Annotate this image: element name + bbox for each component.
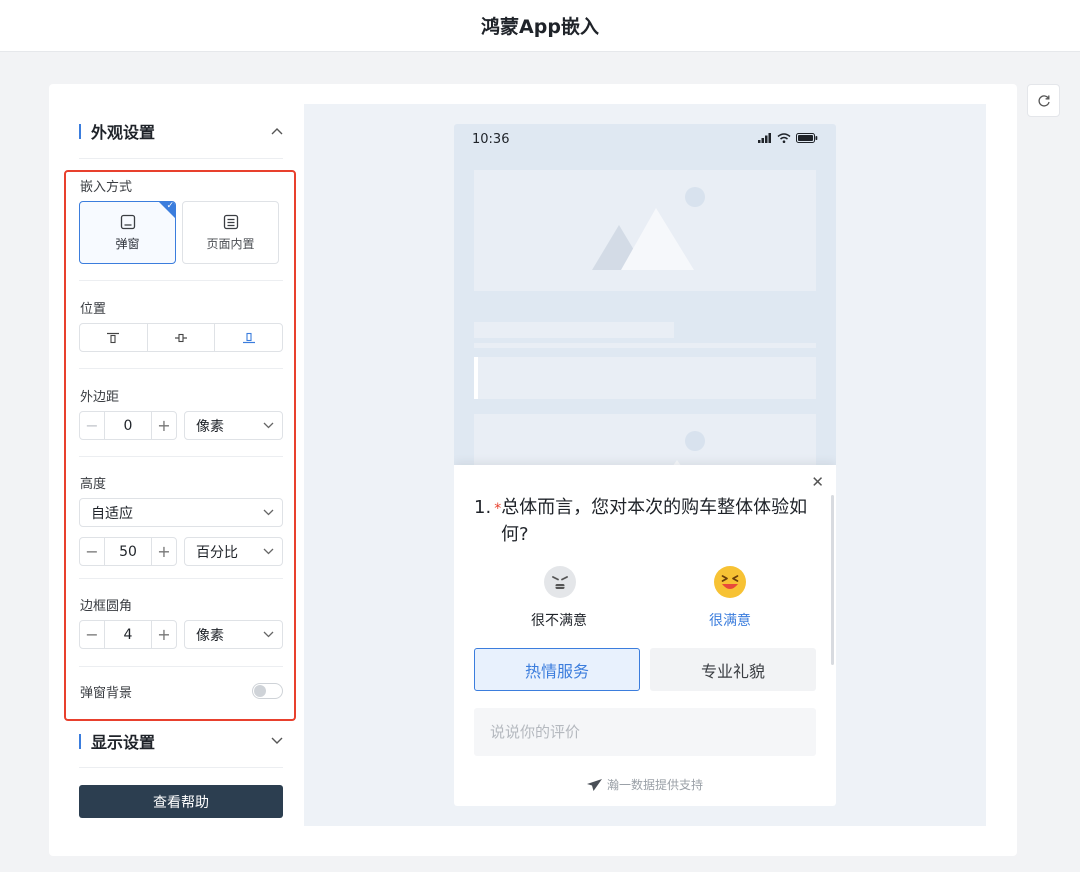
status-icons (758, 133, 818, 143)
tag-warm-service[interactable]: 热情服务 (474, 648, 640, 691)
height-decrement-button[interactable]: − (80, 538, 104, 565)
radius-increment-button[interactable]: + (152, 621, 176, 648)
question-line2: 何? (501, 524, 529, 545)
popup-background-label: 弹窗背景 (80, 686, 133, 701)
appearance-section-title: 外观设置 (91, 123, 156, 142)
chevron-down-icon (263, 422, 274, 429)
radius-decrement-button[interactable]: − (80, 621, 104, 648)
powered-by: 瀚一数据提供支持 (454, 776, 836, 793)
margin-unit-select[interactable]: 像素 (184, 411, 283, 440)
embed-mode-label: 嵌入方式 (80, 180, 133, 195)
divider (79, 456, 283, 457)
popup-icon (120, 214, 135, 229)
margin-unit-value: 像素 (196, 418, 224, 435)
battery-icon (796, 133, 818, 143)
unsatisfied-face-icon[interactable] (544, 566, 576, 598)
align-middle-icon (175, 333, 187, 342)
height-mode-value: 自适应 (91, 505, 133, 522)
position-middle-button[interactable] (146, 324, 215, 351)
divider (79, 578, 283, 579)
section-marker (79, 123, 81, 139)
powered-by-text: 瀚一数据提供支持 (606, 778, 703, 792)
question-text: 1. *总体而言，您对本次的购车整体体验如 何? (474, 495, 819, 548)
display-section-header[interactable]: 显示设置 (79, 726, 283, 756)
comment-input[interactable] (474, 708, 816, 756)
question-number: 1. (474, 497, 492, 518)
chevron-down-icon (271, 737, 283, 744)
align-top-icon (107, 332, 120, 343)
radius-value[interactable]: 4 (104, 621, 152, 648)
position-label: 位置 (80, 302, 107, 317)
page-title: 鸿蒙App嵌入 (481, 16, 599, 38)
position-segmented-control (79, 323, 283, 352)
refresh-icon (1037, 94, 1050, 107)
divider (79, 280, 283, 281)
margin-stepper: − 0 + (79, 411, 177, 440)
satisfied-label[interactable]: 很满意 (709, 610, 751, 630)
divider (79, 158, 283, 159)
unsatisfied-label[interactable]: 很不满意 (531, 610, 587, 630)
divider (79, 666, 283, 667)
display-section-title: 显示设置 (91, 733, 156, 752)
align-bottom-icon (242, 332, 255, 343)
chevron-up-icon (271, 128, 283, 135)
preview-area: 10:36 ✕ 1. *总体而言，您对本次的购车整体体验如 何? 很不满意 很满… (304, 104, 986, 826)
chevron-down-icon (263, 631, 274, 638)
image-placeholder-icon (592, 187, 705, 270)
status-time: 10:36 (472, 132, 510, 147)
phone-mockup: 10:36 ✕ 1. *总体而言，您对本次的购车整体体验如 何? 很不满意 很满… (454, 124, 836, 806)
brand-logo-icon (586, 778, 602, 791)
chevron-down-icon (263, 509, 274, 516)
help-button[interactable]: 查看帮助 (79, 785, 283, 818)
text-placeholder (474, 322, 674, 338)
radius-label: 边框圆角 (80, 599, 133, 614)
appearance-section-header[interactable]: 外观设置 (79, 116, 283, 146)
height-mode-select[interactable]: 自适应 (79, 498, 283, 527)
content-placeholder (474, 357, 816, 399)
toggle-knob (254, 685, 266, 697)
content-placeholder-edge (474, 357, 478, 399)
text-placeholder (474, 343, 816, 348)
margin-value[interactable]: 0 (104, 412, 152, 439)
height-label: 高度 (80, 477, 107, 492)
margin-label: 外边距 (80, 390, 120, 405)
height-increment-button[interactable]: + (152, 538, 176, 565)
embed-option-inline[interactable]: 页面内置 (182, 201, 279, 264)
divider (79, 368, 283, 369)
main-card: 外观设置 嵌入方式 ✓ 弹窗 页面内置 位置 外边距 − 0 + 像素 高度 自… (49, 84, 1017, 856)
question-line1: 总体而言，您对本次的购车整体体验如 (501, 497, 808, 518)
close-icon[interactable]: ✕ (811, 473, 824, 491)
popup-background-toggle[interactable] (252, 683, 283, 699)
section-marker (79, 733, 81, 749)
position-bottom-button[interactable] (214, 324, 282, 351)
divider (79, 767, 283, 768)
margin-increment-button[interactable]: + (152, 412, 176, 439)
scrollbar[interactable] (831, 495, 834, 665)
top-bar: 鸿蒙App嵌入 (0, 0, 1080, 52)
height-unit-select[interactable]: 百分比 (184, 537, 283, 566)
radius-unit-select[interactable]: 像素 (184, 620, 283, 649)
embed-option-inline-label: 页面内置 (206, 236, 255, 251)
embed-option-popup-label: 弹窗 (115, 236, 140, 251)
image-placeholder (474, 170, 816, 291)
margin-decrement-button[interactable]: − (80, 412, 104, 439)
chevron-down-icon (263, 548, 274, 555)
embed-option-popup[interactable]: ✓ 弹窗 (79, 201, 176, 264)
height-stepper: − 50 + (79, 537, 177, 566)
survey-popup: ✕ 1. *总体而言，您对本次的购车整体体验如 何? 很不满意 很满意 热情服务 … (454, 465, 836, 806)
radius-stepper: − 4 + (79, 620, 177, 649)
radius-unit-value: 像素 (196, 627, 224, 644)
tag-professional[interactable]: 专业礼貌 (650, 648, 816, 691)
check-icon: ✓ (166, 201, 174, 211)
height-unit-value: 百分比 (196, 544, 238, 561)
height-value[interactable]: 50 (104, 538, 152, 565)
signal-icon (758, 133, 771, 143)
refresh-button[interactable] (1027, 84, 1060, 117)
position-top-button[interactable] (80, 324, 147, 351)
inline-page-icon (223, 214, 238, 229)
wifi-icon (777, 133, 791, 143)
satisfied-face-icon[interactable] (714, 566, 746, 598)
